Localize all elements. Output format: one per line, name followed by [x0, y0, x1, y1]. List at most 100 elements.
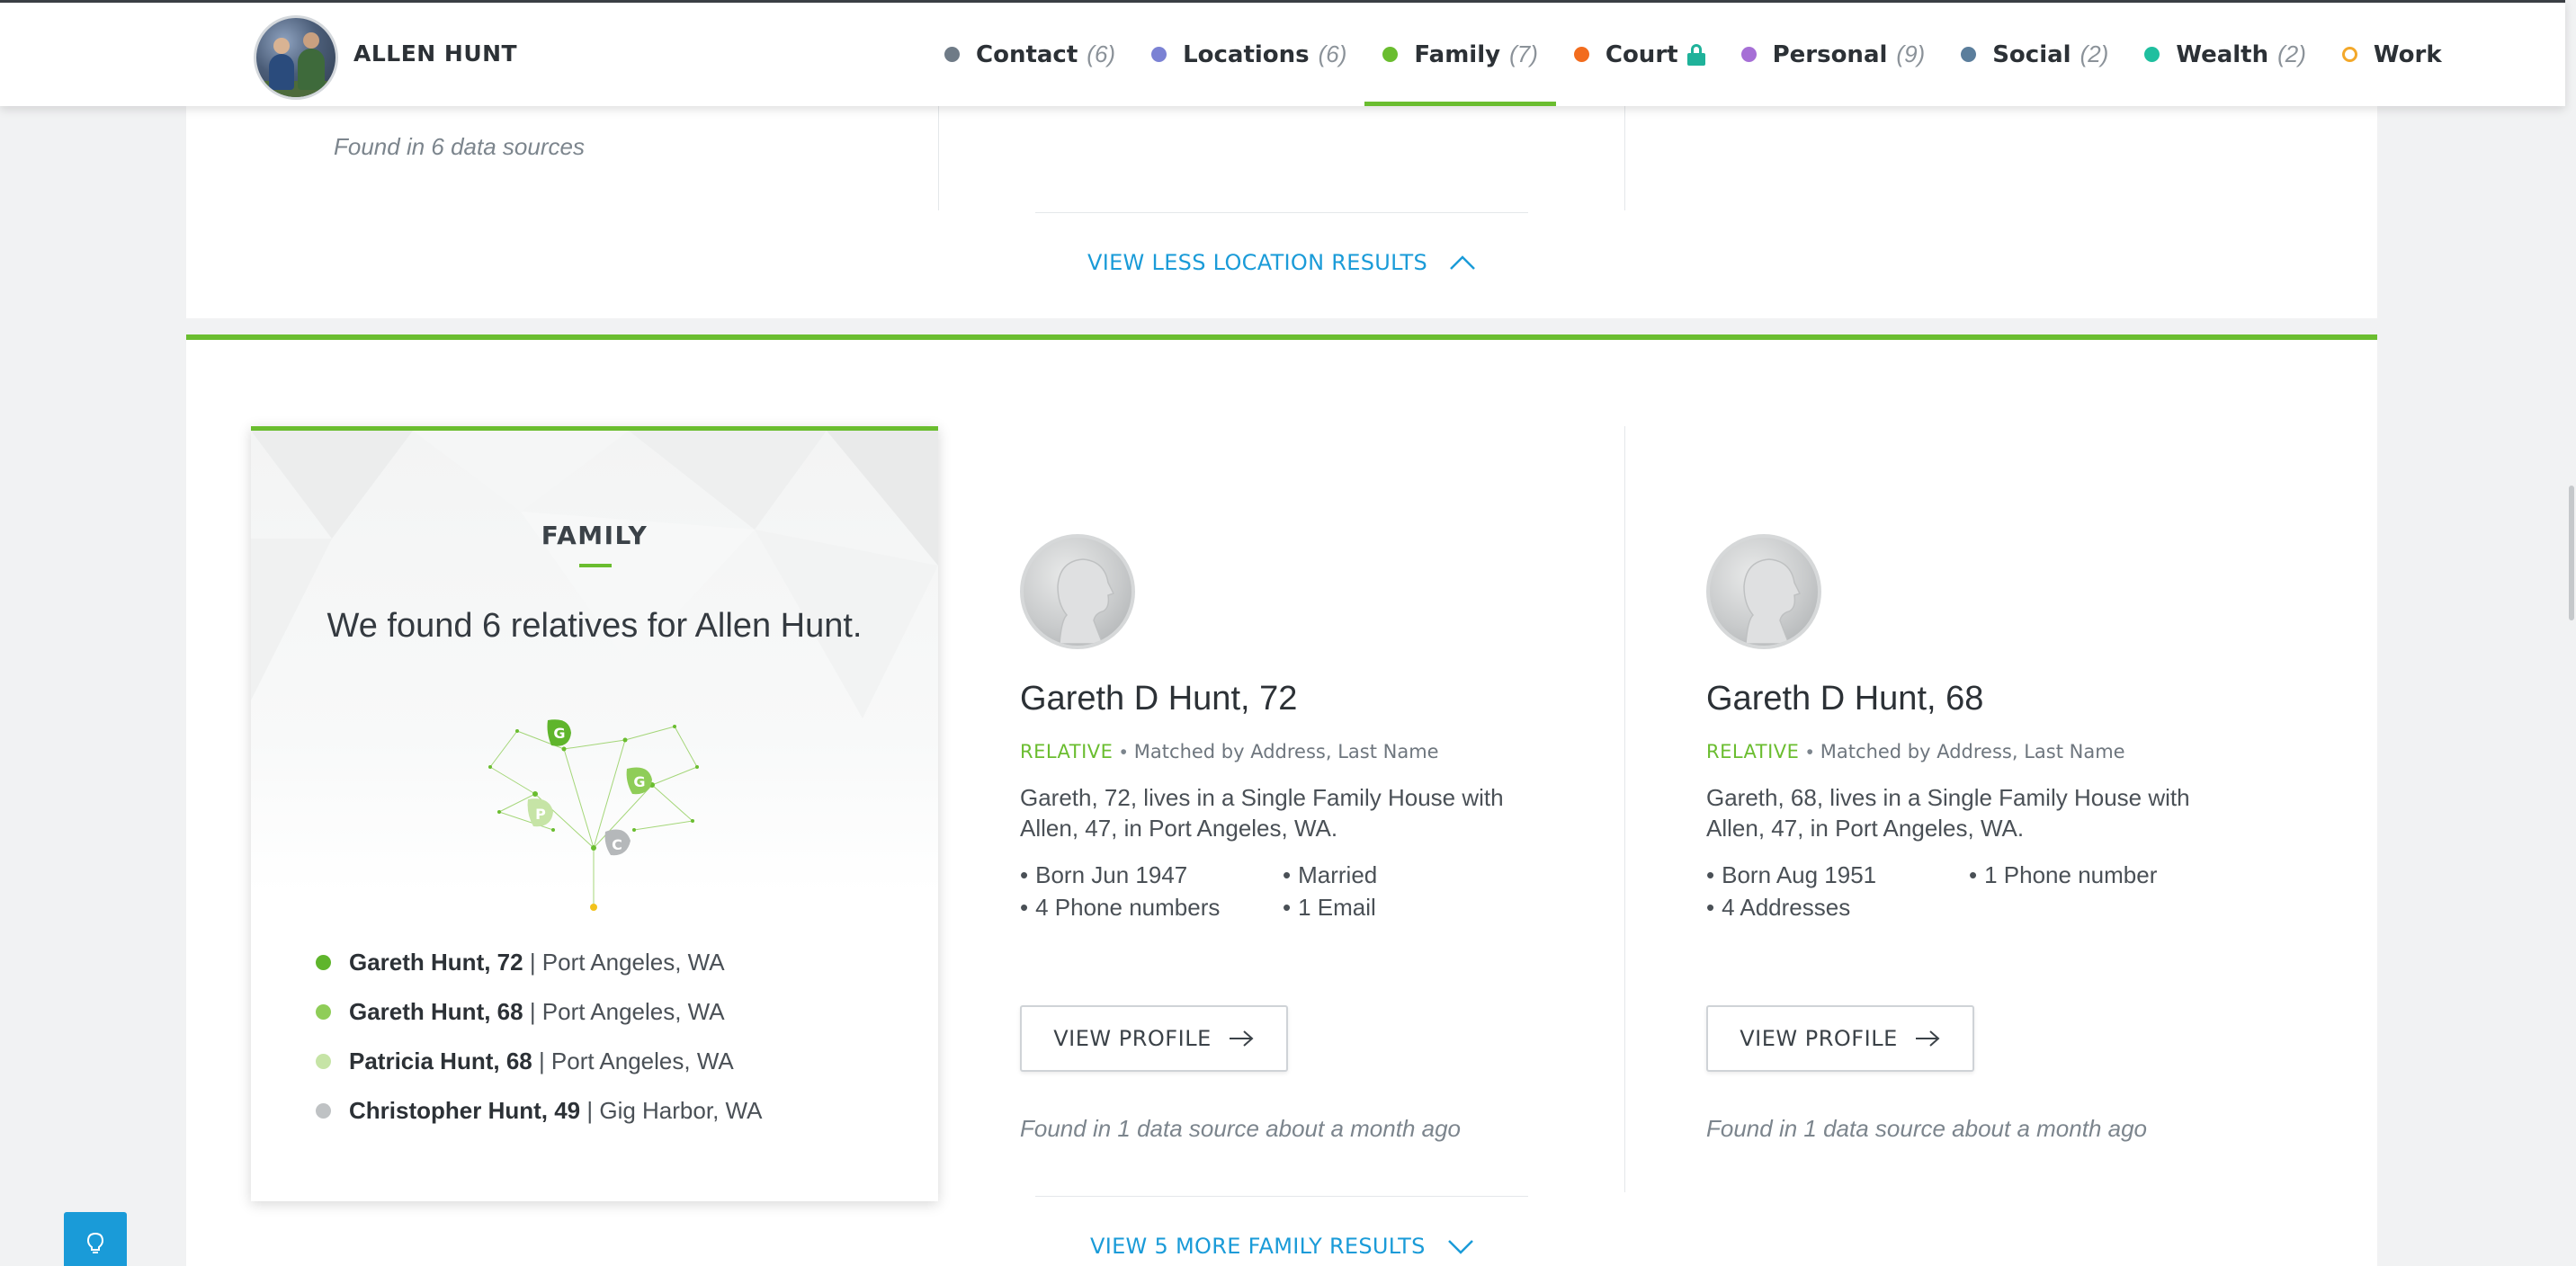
match-reason: Matched by Address, Last Name — [1820, 741, 2125, 762]
nav-label: Family — [1414, 40, 1501, 68]
nav-label: Contact — [976, 40, 1078, 68]
leaf-letter: P — [535, 806, 546, 823]
nav-label: Court — [1605, 40, 1678, 68]
relation-badge: RELATIVE — [1706, 741, 1800, 762]
nav-count: (7) — [1509, 40, 1538, 67]
person-silhouette-icon — [1020, 534, 1135, 649]
relative-location: | Port Angeles, WA — [532, 1048, 734, 1074]
top-navigation-bar: ALLEN HUNT Contact (6) Locations (6) Fam… — [0, 0, 2565, 106]
view-less-locations-link[interactable]: VIEW LESS LOCATION RESULTS — [1087, 250, 1476, 275]
nav-count: (6) — [1318, 40, 1347, 67]
relative-dot-icon — [316, 1004, 331, 1020]
relative-dot-icon — [316, 955, 331, 970]
leaf-icon-gareth-68: G — [626, 767, 652, 795]
profile-avatar[interactable] — [254, 15, 338, 100]
social-dot-icon — [1961, 47, 1977, 62]
leaf-icon-christopher-49: C — [604, 829, 631, 856]
divider — [1035, 212, 1528, 213]
person-facts: Born Jun 1947 Married 4 Phone numbers 1 … — [1020, 861, 1560, 921]
person-name[interactable]: Gareth D Hunt, 72 — [1020, 680, 1297, 718]
person-facts: Born Aug 1951 1 Phone number 4 Addresses — [1706, 861, 2246, 921]
view-less-label: VIEW LESS LOCATION RESULTS — [1087, 250, 1427, 275]
leaf-icon-patricia-68: P — [527, 798, 553, 827]
locations-found-text: Found in 6 data sources — [334, 133, 585, 160]
view-profile-button[interactable]: VIEW PROFILE — [1706, 1005, 1974, 1072]
person-meta: RELATIVE • Matched by Address, Last Name — [1020, 741, 1439, 762]
nav-count: (6) — [1087, 40, 1116, 67]
person-description: Gareth, 68, lives in a Single Family Hou… — [1706, 784, 2190, 842]
court-dot-icon — [1573, 47, 1589, 62]
locations-dot-icon — [1151, 47, 1167, 62]
person-description: Gareth, 72, lives in a Single Family Hou… — [1020, 784, 1504, 842]
lock-icon — [1686, 43, 1705, 66]
button-label: VIEW PROFILE — [1053, 1026, 1212, 1051]
nav-item-locations[interactable]: Locations (6) — [1133, 3, 1364, 106]
relative-name: Patricia Hunt, 68 — [349, 1048, 532, 1074]
fact-item: 1 Email — [1283, 894, 1545, 921]
view-more-label: VIEW 5 MORE FAMILY RESULTS — [1090, 1234, 1426, 1259]
list-item[interactable]: Patricia Hunt, 68 | Port Angeles, WA — [316, 1037, 762, 1086]
nav-item-wealth[interactable]: Wealth (2) — [2126, 3, 2324, 106]
relative-location: | Port Angeles, WA — [523, 949, 725, 976]
list-item[interactable]: Gareth Hunt, 72 | Port Angeles, WA — [316, 938, 762, 987]
family-title: FAMILY — [541, 521, 648, 550]
fact-item: 4 Addresses — [1706, 894, 1969, 921]
relatives-list: Gareth Hunt, 72 | Port Angeles, WA Garet… — [316, 938, 762, 1136]
scrollbar-thumb[interactable] — [2569, 486, 2574, 620]
chevron-up-icon — [1450, 255, 1475, 270]
personal-dot-icon — [1740, 47, 1757, 62]
nav-label: Work — [2373, 40, 2442, 68]
leaf-letter: G — [553, 725, 565, 742]
relation-badge: RELATIVE — [1020, 741, 1114, 762]
nav-label: Locations — [1183, 40, 1310, 68]
nav-item-court[interactable]: Court — [1556, 3, 1723, 106]
person-found-text: Found in 1 data source about a month ago — [1706, 1115, 2148, 1142]
tips-button[interactable] — [64, 1212, 127, 1266]
list-item[interactable]: Gareth Hunt, 68 | Port Angeles, WA — [316, 987, 762, 1037]
family-tree-illustration: G G P C — [488, 719, 699, 911]
divider — [1035, 1196, 1528, 1197]
section-nav: Contact (6) Locations (6) Family (7) Cou… — [926, 3, 2460, 106]
family-summary-text: We found 6 relatives for Allen Hunt. — [326, 607, 863, 645]
nav-label: Personal — [1772, 40, 1888, 68]
title-underline — [579, 564, 612, 567]
view-profile-button[interactable]: VIEW PROFILE — [1020, 1005, 1288, 1072]
fact-item: Married — [1283, 861, 1545, 888]
leaf-letter: C — [612, 836, 622, 853]
relative-location: | Port Angeles, WA — [523, 998, 725, 1025]
nav-item-personal[interactable]: Personal (9) — [1723, 3, 1944, 106]
nav-item-work[interactable]: Work — [2324, 3, 2460, 106]
nav-label: Social — [1992, 40, 2071, 68]
match-reason: Matched by Address, Last Name — [1133, 741, 1439, 762]
person-found-text: Found in 1 data source about a month ago — [1020, 1115, 1462, 1142]
nav-count: (2) — [2277, 40, 2306, 67]
relative-name: Christopher Hunt, 49 — [349, 1097, 581, 1124]
nav-item-social[interactable]: Social (2) — [1943, 3, 2126, 106]
relative-location: | Gig Harbor, WA — [580, 1097, 763, 1124]
contact-dot-icon — [944, 47, 960, 62]
person-name[interactable]: Gareth D Hunt, 68 — [1706, 680, 1983, 718]
relative-name: Gareth Hunt, 68 — [349, 998, 523, 1025]
leaf-letter: G — [633, 773, 645, 790]
family-summary-card: FAMILY We found 6 relatives for Allen Hu… — [251, 426, 938, 1201]
fact-item: Born Jun 1947 — [1020, 861, 1283, 888]
person-meta: RELATIVE • Matched by Address, Last Name — [1706, 741, 2125, 762]
chevron-down-icon — [1447, 1240, 1473, 1254]
fact-item: Born Aug 1951 — [1706, 861, 1969, 888]
nav-item-contact[interactable]: Contact (6) — [926, 3, 1133, 106]
column-divider — [1624, 426, 1625, 1192]
lightbulb-icon — [86, 1232, 104, 1253]
leaf-icon-gareth-72: G — [547, 719, 571, 746]
fact-item: 4 Phone numbers — [1020, 894, 1283, 921]
relative-dot-icon — [316, 1103, 331, 1119]
nav-count: (2) — [2080, 40, 2109, 67]
arrow-right-icon — [1915, 1030, 1940, 1047]
nav-item-family[interactable]: Family (7) — [1364, 3, 1557, 106]
relative-name: Gareth Hunt, 72 — [349, 949, 523, 976]
arrow-right-icon — [1229, 1030, 1254, 1047]
person-silhouette-icon — [1706, 534, 1821, 649]
profile-name: ALLEN HUNT — [353, 40, 518, 67]
view-more-family-link[interactable]: VIEW 5 MORE FAMILY RESULTS — [1090, 1234, 1474, 1259]
list-item[interactable]: Christopher Hunt, 49 | Gig Harbor, WA — [316, 1086, 762, 1136]
button-label: VIEW PROFILE — [1740, 1026, 1898, 1051]
